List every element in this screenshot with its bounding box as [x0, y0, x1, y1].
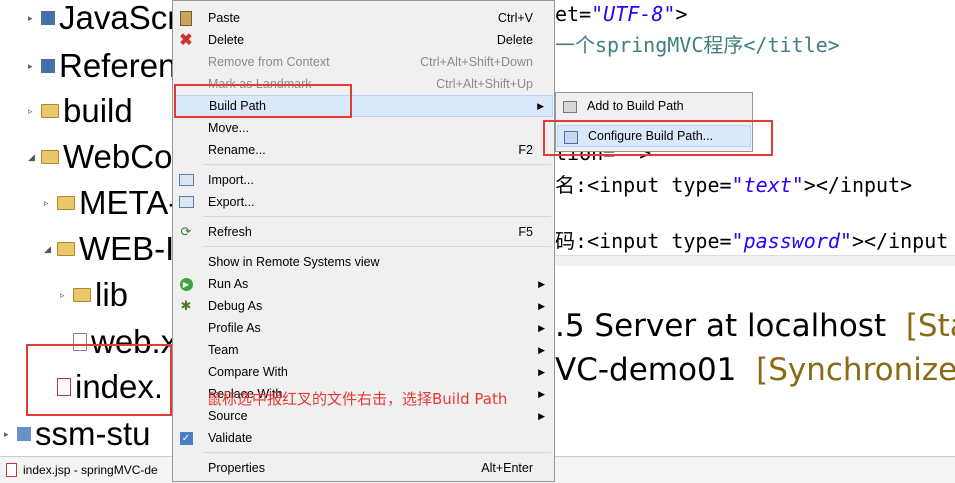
context-menu: Paste Ctrl+V ✖ Delete Delete Remove from…: [172, 0, 555, 482]
submenu-arrow-icon: ▶: [538, 300, 545, 311]
submenu-item-add-to-build-path[interactable]: Add to Build Path: [557, 95, 751, 117]
configure-build-path-highlight-box: [543, 120, 773, 156]
menu-item-properties[interactable]: Properties Alt+Enter: [174, 457, 553, 479]
jar-icon: [561, 98, 577, 114]
tree-item-webcontent[interactable]: ◢ WebCo: [28, 135, 172, 179]
annotation-text: 鼠标选中报红叉的文件右击，选择Build Path: [207, 390, 508, 408]
menu-item-rename[interactable]: Rename... F2: [174, 139, 553, 161]
library-icon: [41, 59, 55, 73]
tree-item-web-inf[interactable]: ◢ WEB-I: [44, 227, 174, 271]
submenu-arrow-icon: ▶: [538, 366, 545, 377]
project-icon: [17, 427, 31, 441]
tree-item-ssm-project[interactable]: ▸ ssm-stu: [4, 412, 151, 456]
code-line: 一个springMVC程序</title>: [555, 33, 840, 57]
menu-item-delete[interactable]: ✖ Delete Delete: [174, 29, 553, 51]
menu-item-export[interactable]: Export...: [174, 191, 553, 213]
menu-item-profile-as[interactable]: Profile As ▶: [174, 317, 553, 339]
library-icon: [41, 11, 55, 25]
menu-separator: [203, 164, 551, 165]
expand-arrow-icon[interactable]: ▸: [4, 429, 15, 440]
menu-item-import[interactable]: Import...: [174, 169, 553, 191]
folder-icon: [73, 288, 91, 302]
validate-check-icon: ✓: [178, 430, 194, 446]
menu-item-remove-from-context[interactable]: Remove from Context Ctrl+Alt+Shift+Down: [174, 51, 553, 73]
expand-arrow-icon[interactable]: ▹: [60, 290, 71, 301]
tree-item-javascript-resources[interactable]: ▸ JavaScr: [28, 0, 175, 40]
jsp-file-icon: [6, 463, 17, 477]
debug-icon: ✱: [180, 298, 192, 313]
tree-item-build[interactable]: ▹ build: [28, 89, 133, 133]
submenu-arrow-icon: ▶: [538, 344, 545, 355]
index-jsp-highlight-box: [26, 344, 172, 416]
folder-icon: [57, 196, 75, 210]
menu-separator: [203, 246, 551, 247]
tree-item-lib[interactable]: ▹ lib: [60, 273, 128, 317]
panel-divider[interactable]: [555, 255, 955, 266]
folder-icon: [57, 242, 75, 256]
submenu-arrow-icon: ▶: [538, 388, 545, 399]
collapse-arrow-icon[interactable]: ◢: [44, 244, 55, 255]
expand-arrow-icon[interactable]: ▸: [28, 13, 39, 24]
folder-icon: [41, 104, 59, 118]
menu-item-team[interactable]: Team ▶: [174, 339, 553, 361]
menu-item-validate[interactable]: ✓ Validate: [174, 427, 553, 449]
refresh-icon: ⟳: [180, 224, 192, 239]
server-row[interactable]: VC-demo01 [Synchronized: [555, 352, 955, 388]
collapse-arrow-icon[interactable]: ◢: [28, 152, 39, 163]
submenu-arrow-icon: ▶: [538, 410, 545, 421]
delete-icon: ✖: [179, 32, 193, 49]
code-line: et="UTF-8">: [555, 2, 688, 26]
menu-item-move[interactable]: Move...: [174, 117, 553, 139]
expand-arrow-icon[interactable]: ▹: [44, 198, 55, 209]
menu-separator: [203, 216, 551, 217]
menu-separator: [203, 452, 551, 453]
submenu-arrow-icon: ▶: [538, 322, 545, 333]
menu-item-show-in-remote-systems[interactable]: Show in Remote Systems view: [174, 251, 553, 273]
tree-item-meta-inf[interactable]: ▹ META-: [44, 181, 175, 225]
import-icon: [178, 172, 194, 188]
export-icon: [178, 194, 194, 210]
expand-arrow-icon[interactable]: ▸: [28, 61, 39, 72]
menu-item-run-as[interactable]: ▶ Run As ▶: [174, 273, 553, 295]
build-path-highlight-box: [174, 84, 352, 118]
folder-icon: [41, 150, 59, 164]
tree-item-referenced-libraries[interactable]: ▸ Referen: [28, 44, 175, 88]
menu-item-debug-as[interactable]: ✱ Debug As ▶: [174, 295, 553, 317]
servers-view: .5 Server at localhost [Sta VC-demo01 [S…: [555, 280, 955, 430]
menu-item-refresh[interactable]: ⟳ Refresh F5: [174, 221, 553, 243]
menu-item-paste[interactable]: Paste Ctrl+V: [174, 7, 553, 29]
run-icon: ▶: [178, 276, 194, 292]
submenu-arrow-icon: ▶: [538, 278, 545, 289]
submenu-arrow-icon: ▶: [537, 100, 544, 111]
code-line: 码:<input type="password"></input: [555, 229, 949, 253]
server-row[interactable]: .5 Server at localhost [Sta: [555, 308, 955, 344]
code-line: 名:<input type="text"></input>: [555, 173, 913, 197]
expand-arrow-icon[interactable]: ▹: [28, 106, 39, 117]
menu-item-compare-with[interactable]: Compare With ▶: [174, 361, 553, 383]
status-bar-text: index.jsp - springMVC-de: [23, 463, 158, 477]
paste-icon: [178, 10, 194, 26]
